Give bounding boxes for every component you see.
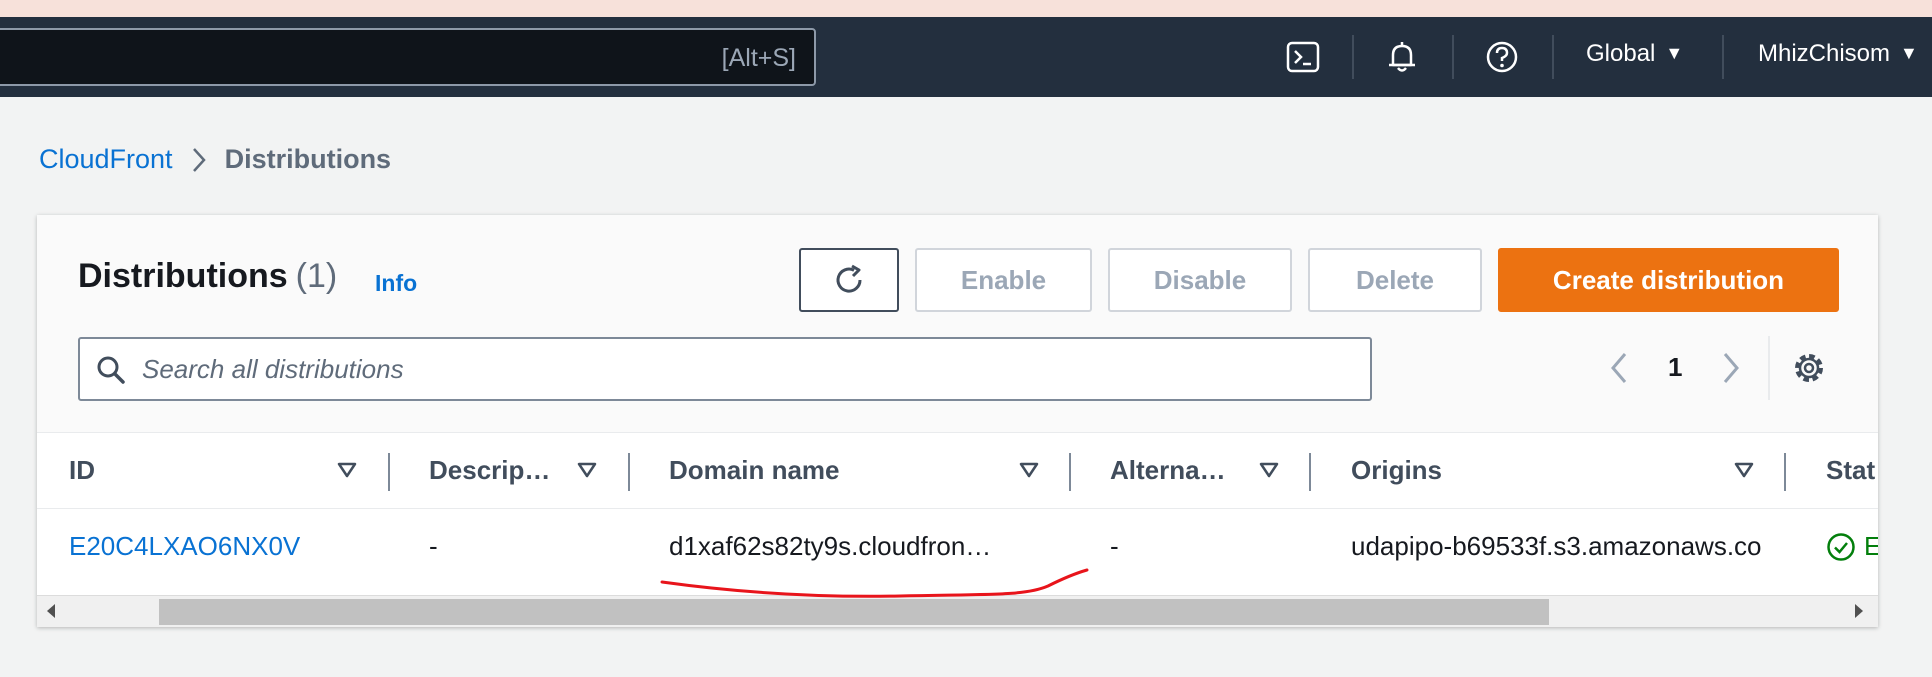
cell-status: E	[1826, 531, 1878, 562]
sort-caret-icon[interactable]	[1734, 461, 1754, 479]
nav-separator	[1552, 35, 1554, 79]
refresh-button[interactable]	[799, 248, 899, 312]
table-header-area: Distributions (1) Info Enable Disable Del…	[37, 215, 1878, 433]
caret-down-icon: ▼	[1665, 43, 1684, 63]
pager-separator	[1768, 336, 1770, 400]
column-header-id[interactable]: ID	[69, 455, 95, 486]
column-header-origins[interactable]: Origins	[1351, 455, 1442, 486]
cloudshell-icon[interactable]	[1283, 37, 1323, 77]
disable-button[interactable]: Disable	[1108, 248, 1292, 312]
sort-caret-icon[interactable]	[1259, 461, 1279, 479]
next-page-icon[interactable]	[1719, 350, 1743, 391]
column-header-alternate-domain[interactable]: Alterna…	[1110, 455, 1226, 486]
refresh-icon	[836, 264, 862, 293]
create-distribution-button[interactable]: Create distribution	[1498, 248, 1839, 312]
scroll-left-arrow-icon[interactable]	[44, 602, 58, 620]
help-icon[interactable]	[1482, 37, 1522, 77]
scrollbar-thumb[interactable]	[159, 599, 1549, 625]
cell-domain-name: d1xaf62s82ty9s.cloudfron…	[669, 531, 992, 561]
column-resizer[interactable]	[1784, 453, 1786, 491]
nav-separator	[1452, 35, 1454, 79]
search-shortcut-hint: [Alt+S]	[721, 44, 796, 72]
item-count: (1)	[295, 257, 338, 295]
top-banner-strip	[0, 0, 1932, 17]
bell-icon[interactable]	[1382, 37, 1422, 77]
account-username: MhizChisom	[1758, 40, 1891, 67]
cell-description: -	[429, 531, 438, 561]
nav-separator	[1722, 35, 1724, 79]
cell-alternate-domain: -	[1110, 531, 1119, 561]
success-check-icon	[1827, 532, 1855, 561]
search-input[interactable]	[142, 349, 1342, 389]
nav-separator	[1352, 35, 1354, 79]
region-selector[interactable]: Global ▼	[1586, 40, 1683, 68]
chevron-right-icon	[191, 146, 207, 174]
info-link[interactable]: Info	[375, 270, 417, 297]
table-title: Distributions	[78, 257, 288, 295]
column-header-description[interactable]: Descrip…	[429, 455, 550, 486]
search-icon	[96, 355, 126, 390]
cell-origins: udapipo-b69533f.s3.amazonaws.co	[1351, 531, 1762, 561]
status-text: E	[1864, 531, 1878, 561]
enable-button[interactable]: Enable	[915, 248, 1092, 312]
global-search-input[interactable]: [Alt+S]	[0, 28, 816, 86]
top-navigation-bar: [Alt+S] Global ▼ MhizChisom ▼	[0, 17, 1932, 97]
horizontal-scrollbar[interactable]	[37, 595, 1878, 627]
region-label: Global	[1586, 40, 1656, 67]
current-page-number[interactable]: 1	[1668, 352, 1682, 383]
delete-button[interactable]: Delete	[1308, 248, 1482, 312]
breadcrumb-cloudfront-link[interactable]: CloudFront	[39, 144, 173, 175]
caret-down-icon: ▼	[1900, 43, 1918, 63]
table-row: E20C4LXAO6NX0V - d1xaf62s82ty9s.cloudfro…	[37, 509, 1878, 589]
breadcrumb: CloudFront Distributions	[39, 144, 391, 175]
sort-caret-icon[interactable]	[1019, 461, 1039, 479]
column-resizer[interactable]	[1069, 453, 1071, 491]
column-resizer[interactable]	[1309, 453, 1311, 491]
sort-caret-icon[interactable]	[577, 461, 597, 479]
breadcrumb-current: Distributions	[224, 144, 392, 174]
table-column-headers: ID Descrip… Domain name Alterna… Origins…	[37, 433, 1878, 509]
previous-page-icon[interactable]	[1607, 350, 1631, 391]
distribution-id-link[interactable]: E20C4LXAO6NX0V	[69, 531, 300, 562]
distribution-search-field[interactable]	[78, 337, 1372, 401]
column-header-status[interactable]: Stat	[1826, 455, 1875, 486]
column-resizer[interactable]	[388, 453, 390, 491]
distributions-table-panel: Distributions (1) Info Enable Disable Del…	[37, 215, 1878, 627]
page-title: Distributions (1)	[78, 257, 337, 296]
account-menu[interactable]: MhizChisom ▼	[1758, 40, 1918, 68]
gear-icon[interactable]	[1792, 351, 1826, 390]
column-resizer[interactable]	[628, 453, 630, 491]
column-header-domain-name[interactable]: Domain name	[669, 455, 840, 486]
scroll-right-arrow-icon[interactable]	[1852, 602, 1866, 620]
sort-caret-icon[interactable]	[337, 461, 357, 479]
